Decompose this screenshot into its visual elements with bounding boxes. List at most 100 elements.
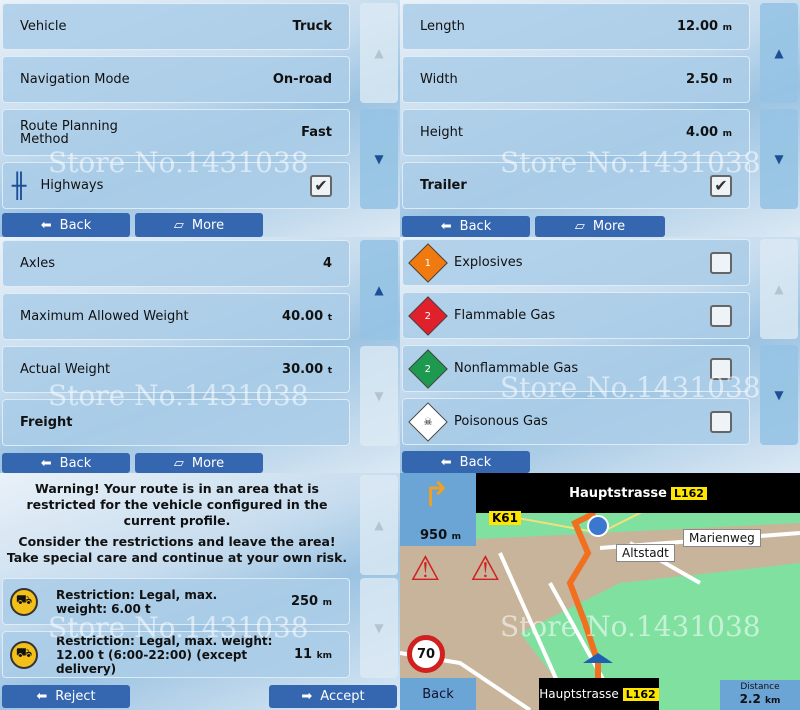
reject-button[interactable]: ⬅ Reject	[2, 685, 130, 708]
scroll-down-button[interactable]: ▼	[360, 109, 398, 209]
arrow-left-icon: ⬅	[40, 455, 52, 471]
back-button[interactable]: ⬅ Back	[2, 213, 130, 237]
length-row[interactable]: Length 12.00 m	[402, 3, 750, 50]
explosives-hazard-icon: 1	[408, 242, 448, 283]
arrow-left-icon: ⬅	[440, 454, 452, 470]
restriction-row[interactable]: ⛟ Restriction: Legal, max. weight: 6.00 t…	[2, 578, 350, 625]
max-weight-row[interactable]: Maximum Allowed Weight 40.00 t	[2, 293, 350, 340]
slippery-road-icon: ⚠	[470, 549, 501, 589]
row-label: Axles	[20, 256, 55, 271]
scroll-up-button[interactable]: ▲	[360, 240, 398, 340]
more-button[interactable]: ▱ More	[135, 453, 263, 473]
restriction-warning-panel: Warning! Your route is in an area that i…	[0, 473, 400, 710]
trailer-row[interactable]: Trailer ✔	[402, 162, 750, 209]
arrow-left-icon: ⬅	[40, 217, 52, 233]
scroll-up-button[interactable]: ▲	[760, 239, 798, 339]
next-street-bar: Hauptstrasse L162	[476, 473, 800, 513]
row-label: Nonflammable Gas	[454, 361, 579, 376]
scroll-up-button[interactable]: ▲	[360, 475, 398, 575]
road-number-badge: L162	[670, 486, 707, 500]
next-turn-box: ↱ 950 m	[400, 473, 476, 546]
row-value: 30.00	[282, 362, 324, 377]
row-label: Trailer	[420, 178, 467, 193]
row-label: Freight	[20, 415, 73, 430]
flammable-gas-checkbox[interactable]	[710, 304, 732, 327]
freight-row[interactable]: Freight	[2, 399, 350, 446]
axles-row[interactable]: Axles 4	[2, 240, 350, 287]
flammable-gas-row[interactable]: 2 Flammable Gas	[402, 292, 750, 339]
back-button[interactable]: ⬅ Back	[402, 216, 530, 237]
highway-icon: ╫	[12, 171, 27, 200]
highways-checkbox[interactable]: ✔	[310, 174, 332, 197]
truck-restriction-icon: ⛟	[10, 640, 38, 669]
row-label: Route Planning Method	[20, 118, 118, 147]
height-row[interactable]: Height 4.00 m	[402, 109, 750, 156]
arrow-left-icon: ⬅	[36, 689, 48, 704]
row-value: Truck	[292, 19, 332, 34]
place-label: Altstadt	[616, 544, 675, 562]
row-label: Width	[420, 72, 458, 87]
button-label: More	[592, 219, 626, 234]
highways-row[interactable]: ╫ Highways ✔	[2, 162, 350, 209]
row-label: Poisonous Gas	[454, 414, 548, 429]
accept-button[interactable]: ➡ Accept	[269, 685, 397, 708]
restriction-distance: 250	[290, 594, 319, 609]
warning-sign-icon: ⚠	[410, 549, 441, 589]
button-label: More	[191, 455, 225, 471]
vehicle-row[interactable]: Vehicle Truck	[2, 3, 350, 50]
navigation-map[interactable]: ↱ 950 m Hauptstrasse L162 K61 Altstadt Ma…	[400, 473, 800, 710]
nonflammable-hazard-icon: 2	[408, 348, 448, 389]
button-label: Reject	[55, 689, 96, 704]
more-icon: ▱	[574, 219, 585, 234]
advice-text: Consider the restrictions and leave the …	[6, 534, 348, 565]
speed-limit-sign: 70	[407, 635, 445, 673]
scroll-down-button[interactable]: ▼	[760, 109, 798, 209]
restriction-distance: 11	[294, 647, 313, 662]
more-icon: ▱	[173, 217, 184, 233]
row-label: Explosives	[454, 255, 523, 270]
road-number-badge: L162	[622, 687, 659, 701]
fuel-station-icon[interactable]	[587, 515, 609, 537]
scroll-down-button[interactable]: ▼	[360, 578, 398, 678]
scroll-up-button[interactable]: ▲	[760, 3, 798, 103]
row-unit: m	[722, 23, 732, 33]
arrow-right-icon: ➡	[301, 689, 313, 704]
scroll-up-button[interactable]: ▲	[360, 3, 398, 103]
button-label: Accept	[320, 689, 365, 704]
current-street-bar: Hauptstrasse L162	[539, 678, 659, 710]
button-label: Back	[59, 217, 92, 233]
next-street-name: Hauptstrasse	[569, 485, 667, 501]
poisonous-gas-row[interactable]: ☠ Poisonous Gas	[402, 398, 750, 445]
back-button[interactable]: ⬅ Back	[402, 451, 530, 473]
actual-weight-row[interactable]: Actual Weight 30.00 t	[2, 346, 350, 393]
row-value: 2.50	[686, 72, 719, 87]
poisonous-gas-checkbox[interactable]	[710, 410, 732, 433]
row-label: Height	[420, 125, 463, 140]
nonflammable-gas-checkbox[interactable]	[710, 357, 732, 380]
flammable-hazard-icon: 2	[408, 295, 448, 336]
explosives-row[interactable]: 1 Explosives	[402, 239, 750, 286]
more-button[interactable]: ▱ More	[535, 216, 665, 237]
row-value: 4.00	[686, 125, 719, 140]
width-row[interactable]: Width 2.50 m	[402, 56, 750, 103]
distance-box[interactable]: Distance 2.2 km	[720, 680, 800, 710]
row-unit: m	[722, 76, 732, 86]
warning-text: Warning! Your route is in an area that i…	[26, 481, 328, 528]
more-icon: ▱	[173, 455, 184, 471]
route-planning-row[interactable]: Route Planning Method Fast	[2, 109, 350, 156]
row-unit: t	[327, 366, 332, 376]
back-button[interactable]: ⬅ Back	[2, 453, 130, 473]
dimensions-panel: Length 12.00 m Width 2.50 m Height 4.00 m T…	[400, 0, 800, 237]
hazmat-panel: 1 Explosives 2 Flammable Gas 2 Nonflammable…	[400, 237, 800, 473]
navigation-mode-row[interactable]: Navigation Mode On-road	[2, 56, 350, 103]
scroll-down-button[interactable]: ▼	[360, 346, 398, 446]
scroll-down-button[interactable]: ▼	[760, 345, 798, 445]
trailer-checkbox[interactable]: ✔	[710, 174, 732, 197]
more-button[interactable]: ▱ More	[135, 213, 263, 237]
nonflammable-gas-row[interactable]: 2 Nonflammable Gas	[402, 345, 750, 392]
restriction-unit: km	[316, 651, 332, 661]
restriction-row[interactable]: ⛟ Restriction: Legal, max. weight: 12.00 …	[2, 631, 350, 678]
explosives-checkbox[interactable]	[710, 251, 732, 274]
distance-value: 2.2	[739, 692, 761, 706]
map-back-button[interactable]: Back	[400, 678, 476, 710]
